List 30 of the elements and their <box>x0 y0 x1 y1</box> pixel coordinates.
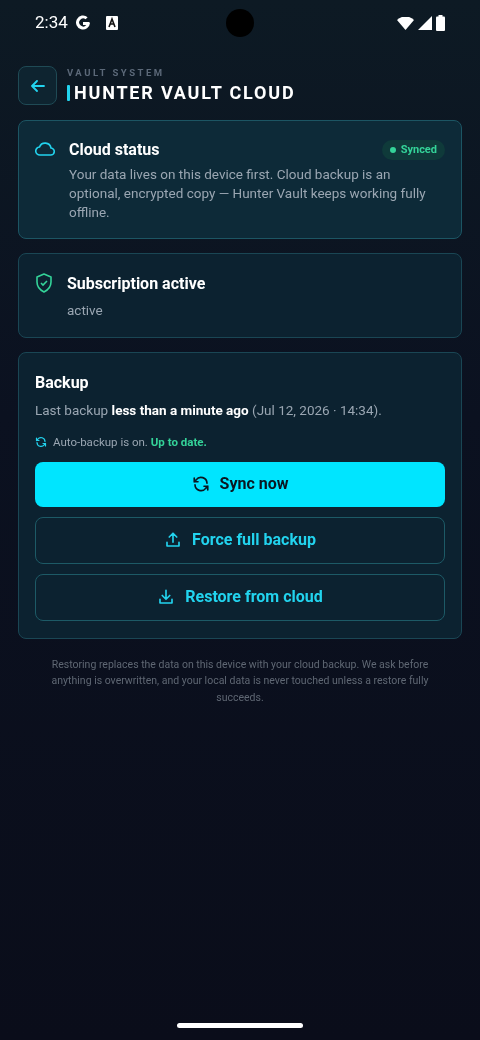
battery-icon <box>436 15 445 31</box>
upload-icon <box>164 531 183 550</box>
last-backup-text: Last backup less than a minute ago (Jul 12, 2026 · 14:34). <box>35 401 383 421</box>
shield-check-icon <box>35 273 53 293</box>
eyebrow-label: VAULT SYSTEM <box>67 66 166 81</box>
back-button[interactable] <box>18 66 57 105</box>
action-button[interactable]: Force full backup <box>35 516 445 564</box>
back-arrow-icon <box>30 79 45 92</box>
action-button[interactable]: Sync now <box>35 461 445 507</box>
badge-label: Synced <box>400 141 437 158</box>
page-title: HUNTER VAULT CLOUD <box>74 80 296 105</box>
card-title: Backup <box>35 372 90 395</box>
card-title: Cloud status <box>69 139 160 161</box>
download-icon <box>157 588 176 607</box>
sync-icon <box>191 475 210 494</box>
accent-bar <box>67 84 70 101</box>
action-button[interactable]: Restore from cloud <box>35 573 445 621</box>
font-icon <box>105 16 118 30</box>
subscription-state: active <box>67 301 104 320</box>
cloud-icon <box>35 142 55 156</box>
sync-icon <box>35 436 47 449</box>
wifi-icon <box>397 16 414 30</box>
card-description: Your data lives on this device first. Cloud backup is an optional, encrypted copy — Hunter Vault keeps working fully offline. <box>69 165 427 222</box>
camera-cutout <box>226 9 254 37</box>
google-icon <box>73 14 92 32</box>
footnote-text: Restoring replaces the data on this device with your cloud backup. We ask before anything is overwritten, and your local data is never touched unless a restore fully succeeds. <box>50 656 430 706</box>
card-title: Subscription active <box>67 273 206 295</box>
signal-icon <box>418 16 432 30</box>
auto-backup-text: Auto-backup is on. Up to date. <box>53 433 207 451</box>
status-time: 2:34 <box>35 11 68 35</box>
